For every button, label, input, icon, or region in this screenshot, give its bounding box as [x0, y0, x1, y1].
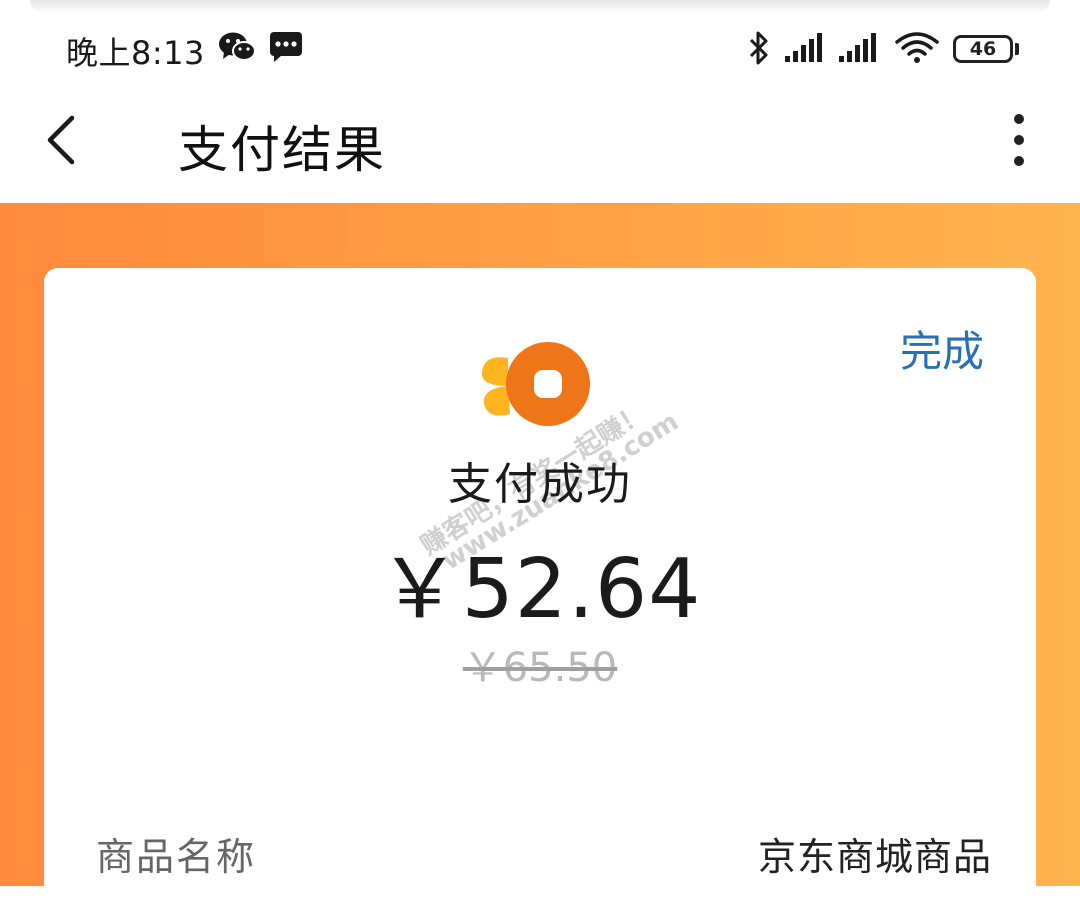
status-bar: 晚上8:13 46	[0, 22, 1080, 74]
status-time: 晚上8:13	[66, 34, 205, 72]
more-options-button[interactable]	[995, 108, 1043, 172]
battery-icon: 46	[953, 35, 1013, 63]
back-button[interactable]	[40, 110, 90, 170]
payment-status-text: 支付成功	[448, 459, 632, 510]
original-amount: ￥65.50	[462, 645, 618, 691]
signal-icon	[785, 33, 822, 62]
signal-icon	[839, 33, 876, 62]
message-icon	[270, 32, 302, 62]
detail-label-product-name: 商品名称	[96, 835, 257, 879]
done-button[interactable]: 完成	[900, 318, 984, 379]
page-title: 支付结果	[178, 121, 386, 179]
payment-logo-icon	[481, 342, 590, 426]
wechat-icon	[219, 32, 256, 61]
navigation-bar: 支付结果	[0, 90, 1080, 200]
back-arrow-icon	[47, 115, 75, 165]
top-bar: 晚上8:13 46 支付结果	[0, 0, 1080, 203]
bluetooth-icon	[749, 31, 768, 65]
detail-value-product-name: 京东商城商品	[757, 835, 992, 879]
wifi-icon	[895, 32, 939, 63]
notification-shade-edge	[30, 0, 1050, 14]
paid-amount: ￥52.64	[378, 542, 702, 637]
battery-tip	[1015, 43, 1019, 55]
